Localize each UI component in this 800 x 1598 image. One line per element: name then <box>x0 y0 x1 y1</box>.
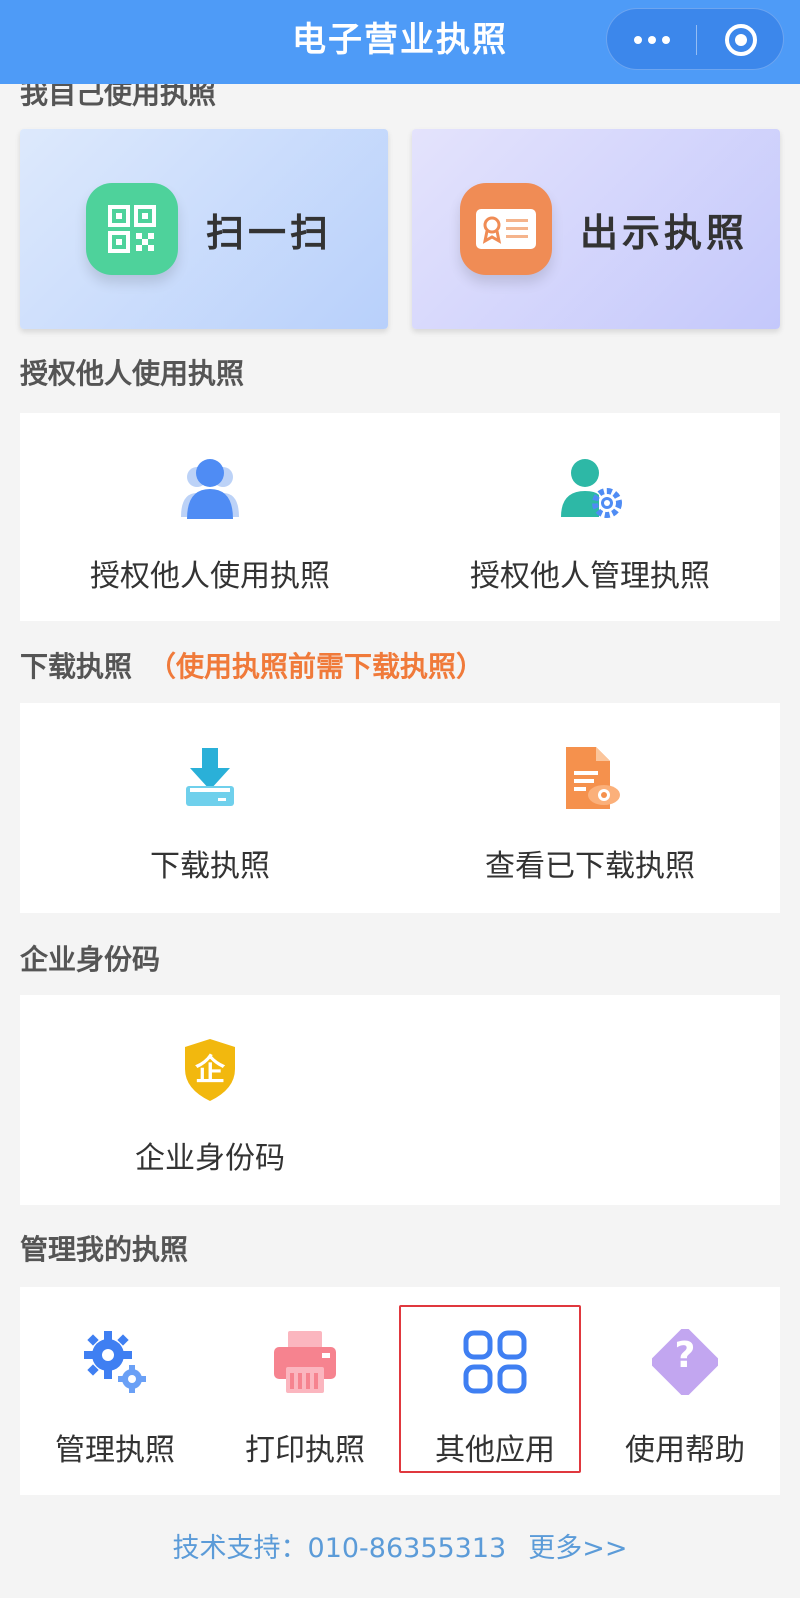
printer-icon <box>272 1325 338 1399</box>
document-view-icon <box>558 741 622 815</box>
tech-support-text: 技术支持：010-86355313 <box>172 1533 507 1564</box>
authorize-manage-item[interactable]: 授权他人管理执照 <box>400 413 780 621</box>
shield-qi-icon: 企 <box>181 1033 239 1107</box>
more-button[interactable] <box>607 9 696 71</box>
more-link[interactable]: 更多>> <box>528 1533 627 1564</box>
authorize-use-label: 授权他人使用执照 <box>90 559 330 594</box>
print-license-label: 打印执照 <box>245 1433 365 1468</box>
enterprise-code-panel: 企 企业身份码 <box>20 995 780 1205</box>
more-dots-icon <box>633 36 642 44</box>
target-circle-icon <box>725 24 757 56</box>
help-label: 使用帮助 <box>625 1433 745 1468</box>
scan-label: 扫一扫 <box>206 210 333 255</box>
download-icon <box>180 741 240 815</box>
download-note: （使用执照前需下载执照） <box>148 650 485 683</box>
shield-qi-text: 企 <box>195 1053 225 1088</box>
authorize-panel: 授权他人使用执照 授权他人管理执照 <box>20 413 780 621</box>
section-title-enterprise-code: 企业身份码 <box>20 943 161 976</box>
highlight-box <box>399 1305 581 1473</box>
help-question-text: ? <box>674 1335 696 1376</box>
more-dots-icon <box>647 36 656 44</box>
footer: 技术支持：010-86355313 更多>> <box>0 1526 800 1565</box>
scan-card[interactable]: 扫一扫 <box>20 129 388 329</box>
download-label: 下载执照 <box>150 849 270 884</box>
gears-icon <box>82 1325 148 1399</box>
manage-license-item[interactable]: 管理执照 <box>20 1287 210 1495</box>
print-license-item[interactable]: 打印执照 <box>210 1287 400 1495</box>
user-icon <box>177 451 243 525</box>
help-item[interactable]: ? 使用帮助 <box>590 1287 780 1495</box>
enterprise-code-item[interactable]: 企 企业身份码 <box>20 995 400 1205</box>
section-title-authorize: 授权他人使用执照 <box>20 357 245 390</box>
help-icon: ? <box>652 1325 718 1399</box>
section-title-manage: 管理我的执照 <box>20 1233 189 1266</box>
section-title-download: 下载执照 （使用执照前需下载执照） <box>20 645 484 685</box>
download-panel: 下载执照 查看已下载执照 <box>20 703 780 913</box>
mini-program-capsule <box>606 8 784 70</box>
navigation-bar: 电子营业执照 <box>0 0 800 84</box>
download-item[interactable]: 下载执照 <box>20 703 400 913</box>
download-title-text: 下载执照 <box>20 650 133 683</box>
more-dots-icon <box>661 36 670 44</box>
authorize-use-item[interactable]: 授权他人使用执照 <box>20 413 400 621</box>
license-card-icon <box>460 183 552 275</box>
manage-license-label: 管理执照 <box>55 1433 175 1468</box>
show-license-label: 出示执照 <box>580 210 749 255</box>
view-downloaded-item[interactable]: 查看已下载执照 <box>400 703 780 913</box>
qr-code-icon <box>86 183 178 275</box>
enterprise-code-label: 企业身份码 <box>135 1141 285 1176</box>
view-downloaded-label: 查看已下载执照 <box>485 849 695 884</box>
show-license-card[interactable]: 出示执照 <box>412 129 780 329</box>
close-button[interactable] <box>697 9 785 71</box>
authorize-manage-label: 授权他人管理执照 <box>470 559 710 594</box>
user-gear-icon <box>557 451 623 525</box>
